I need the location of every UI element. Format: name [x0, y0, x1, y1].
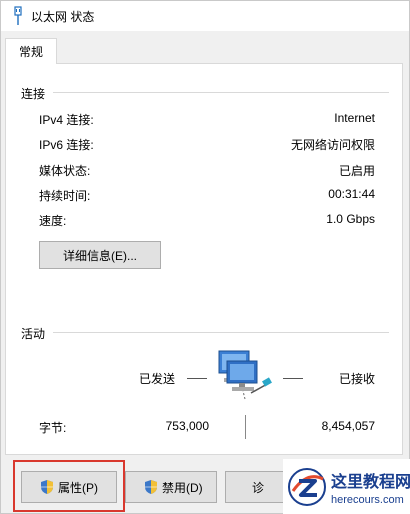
diagnose-button-label: 诊 [252, 480, 265, 495]
uac-shield-icon [145, 480, 157, 494]
disable-button[interactable]: 禁用(D) [125, 471, 217, 503]
received-dash [283, 378, 303, 379]
bytes-received-value: 8,454,057 [321, 419, 375, 433]
network-computer-icon [218, 350, 272, 400]
activity-section-label: 活动 [21, 327, 46, 341]
media-state-value: 已启用 [338, 164, 375, 178]
properties-button-label: 属性(P) [58, 480, 98, 495]
window-title: 以太网 状态 [31, 10, 95, 24]
watermark: 这里教程网 herecours.com [283, 459, 410, 514]
bytes-separator [245, 415, 246, 439]
connection-divider [53, 92, 389, 93]
ipv6-label: IPv6 连接: [39, 138, 94, 152]
activity-divider [53, 332, 389, 333]
status-window: 以太网 状态 常规 连接 IPv4 连接: Internet IPv6 连接: … [0, 0, 410, 514]
title-bar: 以太网 状态 [1, 1, 409, 31]
watermark-url: herecours.com [331, 494, 404, 506]
ipv4-value: Internet [334, 111, 375, 125]
ipv4-label: IPv4 连接: [39, 113, 94, 127]
speed-label: 速度: [39, 214, 67, 228]
media-state-label: 媒体状态: [39, 164, 91, 178]
bytes-sent-value: 753,000 [165, 419, 209, 433]
uac-shield-icon [41, 480, 53, 494]
bytes-label: 字节: [39, 421, 67, 435]
details-button[interactable]: 详细信息(E)... [39, 241, 161, 269]
tab-general[interactable]: 常规 [5, 38, 57, 64]
ethernet-cable-icon [14, 6, 22, 25]
ipv6-value: 无网络访问权限 [290, 138, 375, 152]
speed-value: 1.0 Gbps [326, 212, 375, 226]
received-label: 已接收 [339, 372, 376, 386]
connection-section-label: 连接 [21, 87, 46, 101]
duration-value: 00:31:44 [328, 187, 375, 201]
disable-button-label: 禁用(D) [162, 480, 203, 495]
herecours-logo-icon [288, 468, 326, 506]
properties-button[interactable]: 属性(P) [21, 471, 117, 503]
sent-label: 已发送 [139, 372, 176, 386]
duration-label: 持续时间: [39, 189, 91, 203]
sent-dash [187, 378, 207, 379]
watermark-name: 这里教程网 [331, 472, 410, 491]
